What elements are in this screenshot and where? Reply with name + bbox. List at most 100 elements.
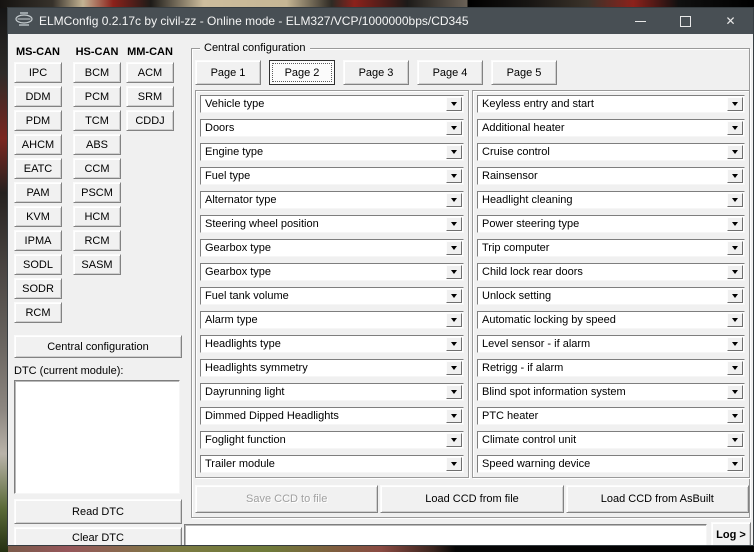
combo-doors[interactable]: Doors	[200, 119, 464, 137]
dropdown-button[interactable]	[446, 289, 462, 303]
dropdown-button[interactable]	[727, 241, 743, 255]
module-button-pscm[interactable]: PSCM	[73, 182, 121, 203]
module-button-ipc[interactable]: IPC	[14, 62, 62, 83]
module-button-pcm[interactable]: PCM	[73, 86, 121, 107]
combo-fuel-tank-volume[interactable]: Fuel tank volume	[200, 287, 464, 305]
module-button-tcm[interactable]: TCM	[73, 110, 121, 131]
module-button-pdm[interactable]: PDM	[14, 110, 62, 131]
central-configuration-button[interactable]: Central configuration	[14, 335, 182, 358]
combo-headlights-type[interactable]: Headlights type	[200, 335, 464, 353]
combo-automatic-locking-by-speed[interactable]: Automatic locking by speed	[477, 311, 745, 329]
dropdown-button[interactable]	[446, 457, 462, 471]
minimize-button[interactable]	[618, 8, 663, 34]
log-button[interactable]: Log >	[711, 522, 751, 546]
dropdown-button[interactable]	[727, 265, 743, 279]
tab-page-3[interactable]: Page 3	[343, 60, 409, 85]
module-button-ipma[interactable]: IPMA	[14, 230, 62, 251]
dropdown-button[interactable]	[727, 217, 743, 231]
dropdown-button[interactable]	[446, 409, 462, 423]
module-button-ddm[interactable]: DDM	[14, 86, 62, 107]
dropdown-button[interactable]	[727, 145, 743, 159]
dtc-list[interactable]	[14, 380, 180, 494]
tab-page-1[interactable]: Page 1	[195, 60, 261, 85]
tab-page-5[interactable]: Page 5	[491, 60, 557, 85]
combo-gearbox-type-2[interactable]: Gearbox type	[200, 263, 464, 281]
dropdown-button[interactable]	[727, 433, 743, 447]
combo-additional-heater[interactable]: Additional heater	[477, 119, 745, 137]
maximize-button[interactable]	[663, 8, 708, 34]
dropdown-button[interactable]	[446, 337, 462, 351]
module-button-bcm[interactable]: BCM	[73, 62, 121, 83]
dropdown-button[interactable]	[446, 385, 462, 399]
combo-dayrunning-light[interactable]: Dayrunning light	[200, 383, 464, 401]
module-button-hcm[interactable]: HCM	[73, 206, 121, 227]
dropdown-button[interactable]	[727, 97, 743, 111]
module-button-sasm[interactable]: SASM	[73, 254, 121, 275]
dropdown-button[interactable]	[446, 265, 462, 279]
combo-fuel-type[interactable]: Fuel type	[200, 167, 464, 185]
module-button-rcm-hs[interactable]: RCM	[73, 230, 121, 251]
combo-unlock-setting[interactable]: Unlock setting	[477, 287, 745, 305]
combo-blind-spot-information-system[interactable]: Blind spot information system	[477, 383, 745, 401]
combo-trip-computer[interactable]: Trip computer	[477, 239, 745, 257]
module-button-srm[interactable]: SRM	[126, 86, 174, 107]
module-button-cddj[interactable]: CDDJ	[126, 110, 174, 131]
combo-retrigg-if-alarm[interactable]: Retrigg - if alarm	[477, 359, 745, 377]
load-ccd-from-asbuilt-button[interactable]: Load CCD from AsBuilt	[566, 485, 749, 513]
tab-page-2[interactable]: Page 2	[269, 60, 335, 85]
module-button-eatc[interactable]: EATC	[14, 158, 62, 179]
combo-alternator-type[interactable]: Alternator type	[200, 191, 464, 209]
dropdown-button[interactable]	[727, 361, 743, 375]
dropdown-button[interactable]	[446, 169, 462, 183]
status-input[interactable]	[184, 524, 707, 546]
dropdown-button[interactable]	[446, 313, 462, 327]
module-button-ccm[interactable]: CCM	[73, 158, 121, 179]
combo-trailer-module[interactable]: Trailer module	[200, 455, 464, 473]
dropdown-button[interactable]	[446, 121, 462, 135]
combo-headlights-symmetry[interactable]: Headlights symmetry	[200, 359, 464, 377]
dropdown-button[interactable]	[727, 169, 743, 183]
combo-keyless-entry-and-start[interactable]: Keyless entry and start	[477, 95, 745, 113]
dropdown-button[interactable]	[446, 241, 462, 255]
close-button[interactable]: ✕	[708, 8, 753, 34]
combo-power-steering-type[interactable]: Power steering type	[477, 215, 745, 233]
module-button-kvm[interactable]: KVM	[14, 206, 62, 227]
combo-foglight-function[interactable]: Foglight function	[200, 431, 464, 449]
dropdown-button[interactable]	[727, 337, 743, 351]
module-button-ahcm[interactable]: AHCM	[14, 134, 62, 155]
dropdown-button[interactable]	[446, 193, 462, 207]
dropdown-button[interactable]	[727, 409, 743, 423]
dropdown-button[interactable]	[727, 385, 743, 399]
dropdown-button[interactable]	[727, 313, 743, 327]
dropdown-button[interactable]	[446, 97, 462, 111]
dropdown-button[interactable]	[727, 121, 743, 135]
dropdown-button[interactable]	[446, 145, 462, 159]
combo-level-sensor-if-alarm[interactable]: Level sensor - if alarm	[477, 335, 745, 353]
clear-dtc-button[interactable]: Clear DTC	[14, 527, 182, 546]
module-button-rcm-ms[interactable]: RCM	[14, 302, 62, 323]
tab-page-4[interactable]: Page 4	[417, 60, 483, 85]
module-button-sodl[interactable]: SODL	[14, 254, 62, 275]
module-button-sodr[interactable]: SODR	[14, 278, 62, 299]
dropdown-button[interactable]	[727, 457, 743, 471]
combo-speed-warning-device[interactable]: Speed warning device	[477, 455, 745, 473]
dropdown-button[interactable]	[727, 193, 743, 207]
combo-child-lock-rear-doors[interactable]: Child lock rear doors	[477, 263, 745, 281]
dropdown-button[interactable]	[446, 433, 462, 447]
combo-cruise-control[interactable]: Cruise control	[477, 143, 745, 161]
combo-headlight-cleaning[interactable]: Headlight cleaning	[477, 191, 745, 209]
combo-vehicle-type[interactable]: Vehicle type	[200, 95, 464, 113]
dropdown-button[interactable]	[446, 361, 462, 375]
combo-climate-control-unit[interactable]: Climate control unit	[477, 431, 745, 449]
module-button-acm[interactable]: ACM	[126, 62, 174, 83]
module-button-abs[interactable]: ABS	[73, 134, 121, 155]
combo-alarm-type[interactable]: Alarm type	[200, 311, 464, 329]
dropdown-button[interactable]	[727, 289, 743, 303]
dropdown-button[interactable]	[446, 217, 462, 231]
combo-rainsensor[interactable]: Rainsensor	[477, 167, 745, 185]
combo-dimmed-dipped-headlights[interactable]: Dimmed Dipped Headlights	[200, 407, 464, 425]
combo-gearbox-type-1[interactable]: Gearbox type	[200, 239, 464, 257]
load-ccd-from-file-button[interactable]: Load CCD from file	[380, 485, 563, 513]
read-dtc-button[interactable]: Read DTC	[14, 499, 182, 524]
module-button-pam[interactable]: PAM	[14, 182, 62, 203]
